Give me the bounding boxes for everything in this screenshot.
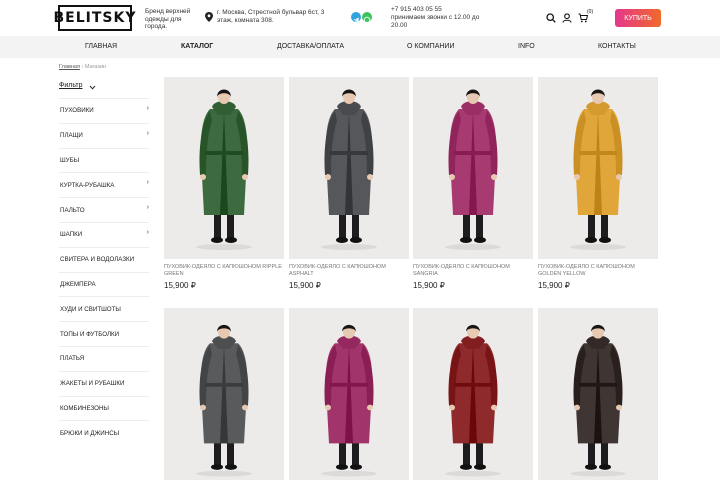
sidebar-item-puffers[interactable]: ПУХОВИКИ › — [59, 98, 149, 123]
model-figure — [445, 89, 501, 250]
nav-about[interactable]: О КОМПАНИИ — [407, 43, 454, 50]
sidebar-item-trousers[interactable]: БРЮКИ И ДЖИНСЫ — [59, 420, 149, 445]
sidebar-item-label: ПЛАЩИ — [60, 132, 83, 140]
model-figure — [196, 324, 252, 477]
search-icon[interactable] — [546, 13, 556, 23]
breadcrumb-separator: › — [81, 64, 84, 70]
cart-count: (0) — [587, 9, 594, 15]
sidebar-item-label: ПАЛЬТО — [60, 206, 85, 214]
chevron-right-icon: › — [146, 179, 149, 187]
sidebar-item-label: ТОПЫ И ФУТБОЛКИ — [60, 330, 120, 338]
product-name[interactable]: ПУХОВИК-ОДЕЯЛО С КАПЮШОНОМ GOLDEN YELLOW — [538, 264, 658, 278]
product-photo[interactable] — [164, 308, 284, 480]
sidebar-item-sweaters[interactable]: СВИТЕРА И ВОДОЛАЗКИ — [59, 246, 149, 272]
location-pin-icon — [205, 12, 213, 22]
sidebar-item-jackets[interactable]: ЖАКЕТЫ И РУБАШКИ — [59, 370, 149, 396]
product-photo[interactable] — [538, 77, 658, 259]
product-name[interactable]: ПУХОВИК-ОДЕЯЛО С КАПЮШОНОМ RIPPLE GREEN — [164, 264, 284, 278]
product-price: 15,900 ₽ — [538, 281, 570, 290]
model-figure — [321, 324, 377, 477]
whatsapp-icon[interactable] — [362, 12, 372, 24]
model-figure — [196, 89, 252, 250]
sidebar-item-jumpers[interactable]: ДЖЕМПЕРА — [59, 271, 149, 297]
sidebar-item-label: КОМБИНЕЗОНЫ — [60, 404, 109, 412]
sidebar-item-label: СВИТЕРА И ВОДОЛАЗКИ — [60, 256, 135, 264]
breadcrumb-current: Магазин — [84, 64, 107, 70]
product-photo[interactable] — [289, 77, 409, 259]
filter-toggle[interactable]: Фильтр — [59, 82, 83, 89]
product-name[interactable]: ПУХОВИК-ОДЕЯЛО С КАПЮШОНОМ SANGRIA — [413, 264, 533, 278]
sidebar-item-label: ЖАКЕТЫ И РУБАШКИ — [60, 380, 125, 388]
site-header: BELITSKY Бренд верхней одежды для города… — [0, 0, 720, 36]
nav-info[interactable]: INFO — [518, 43, 535, 50]
sidebar-item-label: ПУХОВИКИ — [60, 107, 94, 115]
product-name[interactable]: ПУХОВИК-ОДЕЯЛО С КАПЮШОНОМ ASPHALT — [289, 264, 409, 278]
sidebar-item-raincoats[interactable]: ПЛАЩИ › — [59, 122, 149, 148]
sidebar-item-shirt-jackets[interactable]: КУРТКА-РУБАШКА › — [59, 172, 149, 197]
sidebar-item-label: ДЖЕМПЕРА — [60, 280, 96, 288]
nav-catalog[interactable]: КАТАЛОГ — [181, 43, 213, 50]
nav-home[interactable]: ГЛАВНАЯ — [85, 43, 117, 50]
product-photo[interactable] — [289, 308, 409, 480]
model-figure — [570, 89, 626, 250]
sidebar-item-jumpsuits[interactable]: КОМБИНЕЗОНЫ — [59, 395, 149, 421]
sidebar-item-tops[interactable]: ТОПЫ И ФУТБОЛКИ — [59, 321, 149, 346]
sidebar-item-label: ХУДИ И СВИТШОТЫ — [60, 305, 121, 313]
nav-delivery[interactable]: ДОСТАВКА/ОПЛАТА — [277, 43, 344, 50]
product-price: 15,900 ₽ — [289, 281, 321, 290]
chevron-right-icon: › — [146, 105, 149, 112]
sidebar-item-coats[interactable]: ПАЛЬТО › — [59, 197, 149, 222]
sidebar-item-label: КУРТКА-РУБАШКА — [60, 181, 115, 189]
brand-tagline: Бренд верхней одежды для города. — [145, 8, 191, 30]
sidebar-item-label: ПЛАТЬЯ — [60, 355, 85, 363]
user-icon[interactable] — [562, 13, 572, 23]
product-price: 15,900 ₽ — [164, 281, 196, 290]
chevron-right-icon: › — [146, 129, 149, 137]
breadcrumb: Главная › Магазин — [59, 64, 106, 70]
model-figure — [445, 324, 501, 477]
buy-button[interactable]: КУПИТЬ — [615, 9, 661, 27]
product-photo[interactable] — [413, 308, 533, 480]
sidebar-item-label: ШУБЫ — [60, 156, 80, 164]
chevron-right-icon: › — [146, 228, 149, 236]
sidebar-item-hoodies[interactable]: ХУДИ И СВИТШОТЫ — [59, 296, 149, 321]
sidebar-item-label: ШАПКИ — [60, 231, 83, 239]
telegram-icon[interactable] — [351, 12, 361, 23]
model-figure — [321, 89, 377, 250]
phone-number[interactable]: +7 915 403 05 55 — [391, 6, 491, 14]
chevron-right-icon: › — [146, 204, 149, 212]
product-price: 15,900 ₽ — [413, 281, 445, 290]
category-sidebar: ПУХОВИКИ › ПЛАЩИ › ШУБЫ КУРТКА-РУБАШКА › ПА… — [59, 98, 149, 445]
call-hours: принимаем звонки с 12.00 до 20.00 — [391, 14, 480, 29]
store-address: г. Москва, Стрестной бульвар 6ст, 3 этаж… — [217, 9, 325, 24]
brand-logo[interactable]: BELITSKY — [54, 5, 136, 31]
nav-contacts[interactable]: КОНТАКТЫ — [598, 43, 636, 50]
breadcrumb-home[interactable]: Главная — [59, 64, 80, 70]
chevron-down-icon[interactable] — [89, 84, 96, 91]
sidebar-item-dresses[interactable]: ПЛАТЬЯ — [59, 345, 149, 371]
product-photo[interactable] — [538, 308, 658, 480]
main-nav: ГЛАВНАЯ КАТАЛОГ ДОСТАВКА/ОПЛАТА О КОМПАН… — [0, 36, 720, 58]
sidebar-item-furs[interactable]: ШУБЫ — [59, 147, 149, 173]
model-figure — [570, 324, 626, 477]
product-photo[interactable] — [413, 77, 533, 259]
sidebar-item-hats[interactable]: ШАПКИ › — [59, 221, 149, 247]
sidebar-item-label: БРЮКИ И ДЖИНСЫ — [60, 429, 120, 437]
product-photo[interactable] — [164, 77, 284, 259]
phone-block: +7 915 403 05 55 принимаем звонки с 12.0… — [391, 6, 491, 30]
